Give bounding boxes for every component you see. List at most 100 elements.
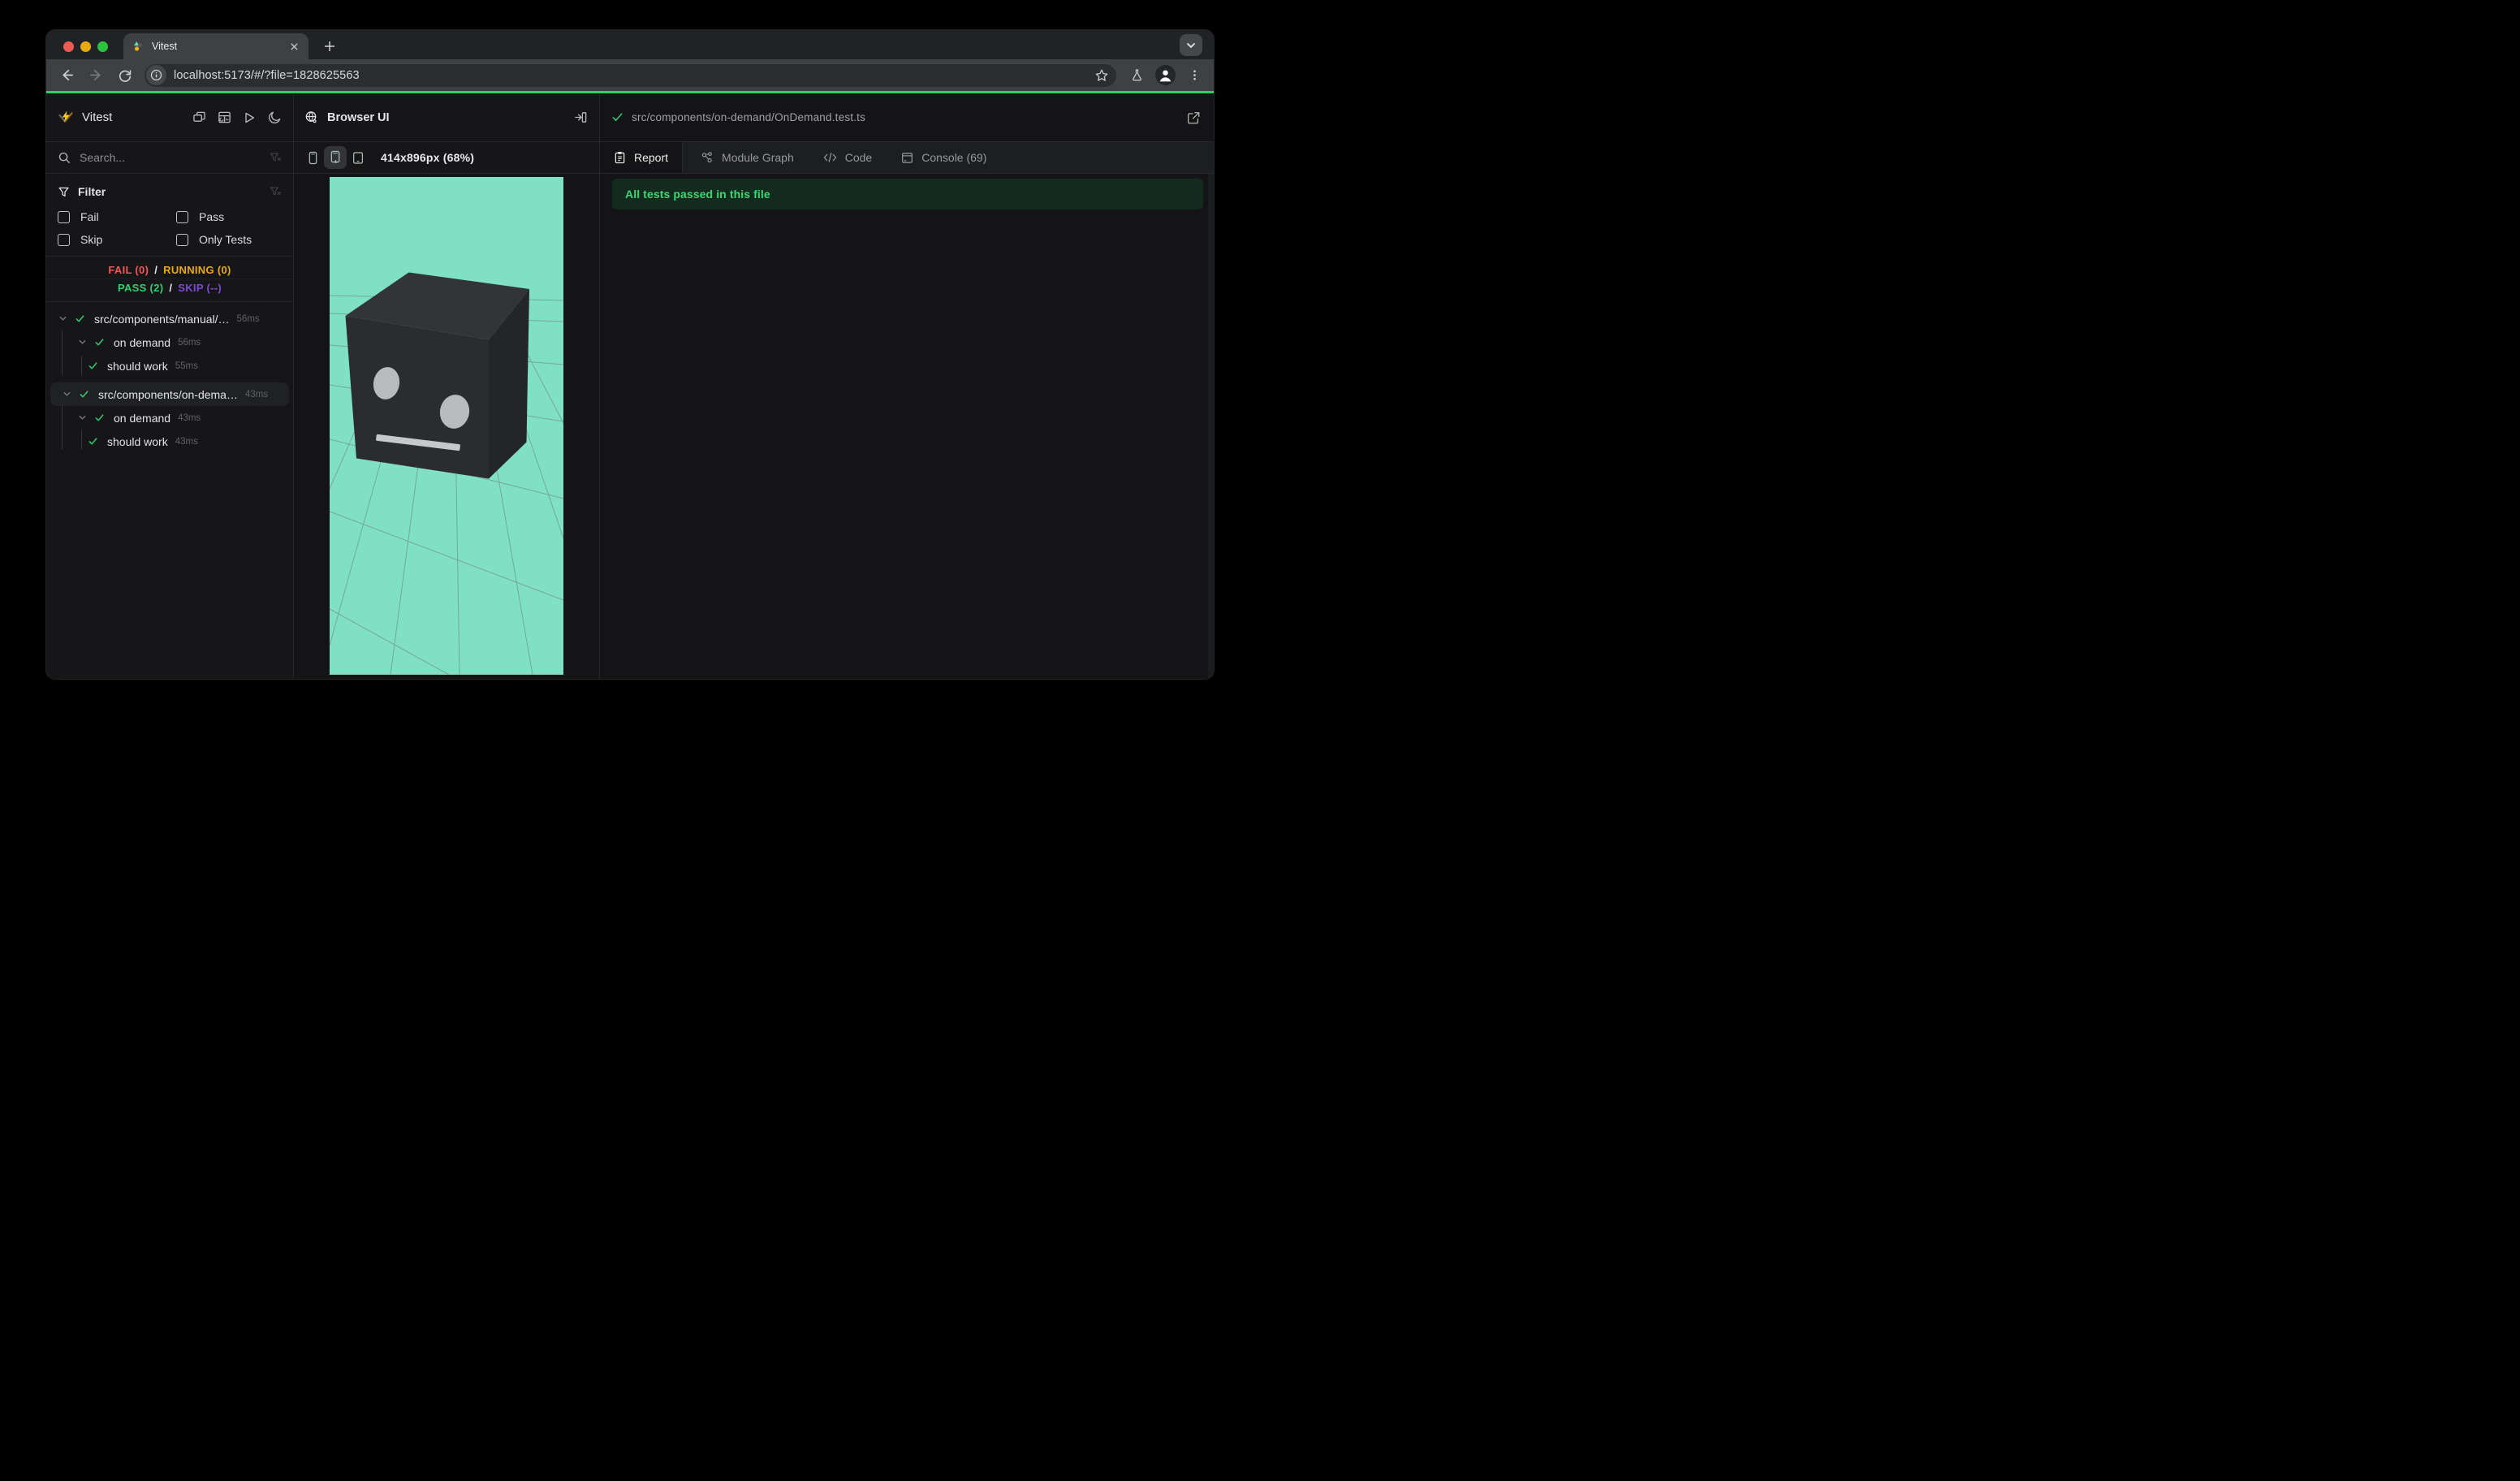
browser-ui-title: Browser UI (327, 110, 390, 124)
test-file-row-selected[interactable]: src/components/on-dema… 43ms (50, 382, 289, 406)
new-tab-button[interactable] (319, 36, 340, 57)
browser-window: Vitest localhost:5173/#/?file=1828625563… (46, 30, 1214, 679)
tree-indent-guide (81, 430, 82, 450)
test-suite-row[interactable]: on demand 56ms (46, 330, 293, 354)
site-info-icon[interactable] (146, 65, 166, 85)
device-tablet-button[interactable] (347, 146, 369, 169)
pass-check-icon (611, 111, 624, 123)
filter-checkbox-only-tests[interactable]: Only Tests (176, 231, 282, 248)
device-phone-plus-button[interactable] (324, 146, 347, 169)
experiments-flask-icon[interactable] (1126, 65, 1147, 86)
sidebar-actions (192, 110, 282, 125)
open-external-icon[interactable] (1184, 109, 1202, 127)
test-summary: FAIL (0) / RUNNING (0) PASS (2) / SKIP (… (46, 257, 293, 302)
test-file-path: src/components/on-demand/OnDemand.test.t… (632, 111, 866, 123)
vitest-ui: Vitest Search... Filter Fail Pass Skip O… (46, 93, 1214, 679)
tab-title: Vitest (152, 41, 178, 52)
device-phone-small-button[interactable] (301, 146, 324, 169)
clear-filter-icon[interactable] (269, 185, 282, 198)
app-title: Vitest (82, 110, 113, 124)
url-bar[interactable]: localhost:5173/#/?file=1828625563 (145, 63, 1116, 87)
chevron-down-icon[interactable] (62, 390, 72, 399)
run-all-icon[interactable] (242, 110, 257, 125)
filter-title: Filter (78, 185, 106, 198)
filter-checkbox-pass[interactable]: Pass (176, 209, 282, 225)
browser-ui-header: Browser UI (294, 93, 599, 142)
tab-report[interactable]: Report (600, 142, 684, 173)
module-graph-icon (701, 151, 714, 164)
summary-row-fail-running: FAIL (0) / RUNNING (0) (108, 263, 231, 276)
scrollbar-gutter[interactable] (1208, 174, 1214, 679)
filter-checkbox-skip[interactable]: Skip (58, 231, 176, 248)
checkbox[interactable] (58, 233, 70, 246)
collapse-tree-icon[interactable] (192, 110, 206, 125)
profile-avatar[interactable] (1155, 65, 1176, 85)
tab-search-chevron-button[interactable] (1180, 34, 1202, 56)
summary-row-pass-skip: PASS (2) / SKIP (--) (46, 278, 293, 296)
search-input[interactable] (80, 151, 269, 164)
browser-toolbar: localhost:5173/#/?file=1828625563 (46, 59, 1214, 91)
running-count: RUNNING (0) (163, 263, 231, 276)
tab-code[interactable]: Code (809, 142, 887, 173)
tree-indent-guide (81, 356, 82, 376)
dark-mode-moon-icon[interactable] (267, 110, 282, 125)
bookmark-star-icon[interactable] (1091, 65, 1112, 86)
pass-check-icon (75, 313, 85, 324)
tree-indent-guide (62, 404, 63, 450)
reload-button[interactable] (114, 64, 136, 87)
browser-tab[interactable]: Vitest (123, 33, 309, 59)
pass-check-icon (94, 412, 105, 423)
file-path-header: src/components/on-demand/OnDemand.test.t… (600, 93, 1214, 142)
test-duration: 56ms (236, 313, 260, 324)
browser-ui-panel: Browser UI 414x896px (68%) (294, 93, 600, 679)
dock-panel-right-icon[interactable] (572, 110, 589, 126)
sidebar: Vitest Search... Filter Fail Pass Skip O… (46, 93, 294, 679)
tab-close-icon[interactable] (287, 40, 300, 53)
test-case-row[interactable]: should work 55ms (46, 354, 293, 378)
skip-count: SKIP (--) (178, 282, 222, 294)
vitest-favicon (132, 40, 145, 53)
test-duration: 43ms (175, 436, 198, 447)
test-suite-row[interactable]: on demand 43ms (46, 406, 293, 430)
pass-check-icon (79, 389, 89, 399)
device-toolbar: 414x896px (68%) (294, 142, 599, 174)
test-file-row[interactable]: src/components/manual/… 56ms (46, 307, 293, 330)
back-button[interactable] (55, 64, 78, 87)
browser-menu-icon[interactable] (1184, 65, 1205, 86)
dashboard-icon[interactable] (217, 110, 231, 125)
chevron-down-icon[interactable] (77, 338, 88, 347)
checkbox[interactable] (58, 210, 70, 223)
checkbox[interactable] (176, 233, 188, 246)
test-case-row[interactable]: should work 43ms (46, 430, 293, 453)
screen: Vitest localhost:5173/#/?file=1828625563… (0, 0, 1260, 740)
test-duration: 43ms (244, 389, 269, 399)
console-icon (901, 152, 913, 164)
checkbox[interactable] (176, 210, 188, 223)
forward-button[interactable] (84, 64, 107, 87)
zoom-window-button[interactable] (97, 41, 108, 52)
search-icon (58, 151, 71, 164)
report-tab-bar: Report Module Graph Code Console (69) (600, 142, 1214, 174)
tab-console[interactable]: Console (69) (887, 142, 1001, 173)
report-content: All tests passed in this file (600, 174, 1214, 679)
window-controls (63, 41, 108, 52)
minimize-window-button[interactable] (80, 41, 91, 52)
clear-search-filter-icon[interactable] (269, 151, 282, 164)
code-icon (823, 152, 837, 163)
pass-count: PASS (2) (117, 282, 164, 294)
all-tests-passed-banner: All tests passed in this file (612, 179, 1203, 209)
pass-check-icon (88, 361, 98, 371)
tested-page-viewport[interactable] (330, 177, 563, 675)
tab-module-graph[interactable]: Module Graph (686, 142, 809, 173)
close-window-button[interactable] (63, 41, 74, 52)
test-duration: 55ms (175, 361, 198, 371)
url-text[interactable]: localhost:5173/#/?file=1828625563 (174, 69, 1091, 82)
filter-checkbox-fail[interactable]: Fail (58, 209, 176, 225)
chevron-down-icon[interactable] (58, 314, 68, 323)
robot-cube (345, 272, 529, 479)
browser-ui-content (294, 174, 599, 679)
chevron-down-icon[interactable] (77, 413, 88, 422)
pass-check-icon (94, 337, 105, 348)
filter-options: Fail Pass Skip Only Tests (58, 209, 282, 248)
search-row (46, 142, 293, 174)
